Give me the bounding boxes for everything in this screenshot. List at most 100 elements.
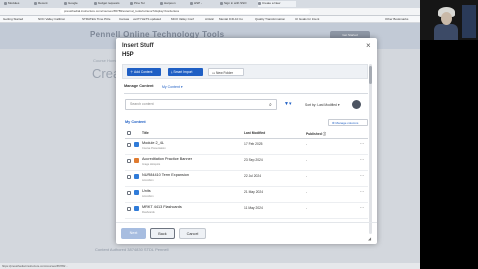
back-button[interactable]: Back [150, 228, 175, 239]
more-options-icon[interactable]: ⋯ [360, 205, 364, 210]
row-checkbox[interactable] [127, 191, 131, 195]
person-body [434, 24, 458, 40]
browser-tab[interactable]: Google [64, 1, 92, 7]
more-options-icon[interactable]: ⋯ [360, 189, 364, 194]
row-published: - [306, 190, 308, 194]
row-checkbox[interactable] [127, 159, 131, 163]
table-row[interactable]: NUR84410 Term Expansion Accordion 22 Jul… [125, 171, 368, 187]
browser-tab[interactable]: Sign in with SSO [220, 1, 256, 7]
row-title: Units [142, 189, 151, 193]
row-title: Accreditation Practice Banner [142, 157, 193, 161]
manage-columns-button[interactable]: ⚙ Manage columns [328, 119, 368, 126]
column-header-last-modified[interactable]: Last Modified [244, 131, 265, 135]
table-row[interactable]: Accreditation Practice Banner Image Hots… [125, 155, 368, 171]
bookmark[interactable]: MCO Valley Conf [171, 17, 194, 21]
bookmark[interactable]: Quality Transformation [255, 17, 285, 21]
bookmarks-bar: Getting Started NOC Valley Calibrat STRA… [0, 16, 420, 23]
browser-tab[interactable]: Modules [4, 1, 32, 7]
address-input[interactable]: pressthedial.instructure.com/courses/657… [60, 9, 310, 14]
table-row[interactable]: Units Accordion 21 May 2024 - ⋯ [125, 187, 368, 203]
avatar[interactable] [352, 100, 361, 109]
status-bar: https://pressthedial.instructure.com/cou… [0, 263, 420, 269]
row-date: 17 Feb 2025 [244, 142, 263, 146]
bookmark[interactable]: NOC Valley Calibrat [38, 17, 65, 21]
row-published: - [306, 174, 308, 178]
close-icon[interactable]: × [366, 41, 371, 50]
content-type-icon [134, 174, 139, 179]
person-face [441, 12, 452, 25]
row-type: Accordion [142, 179, 154, 182]
sort-dropdown[interactable]: Sort by: Last Modified ▾ [305, 103, 339, 107]
content-type-icon [134, 190, 139, 195]
row-type: Flashcards [142, 211, 155, 214]
new-folder-button[interactable]: ▭ New Folder [208, 68, 244, 76]
row-date: 22 Jul 2024 [244, 174, 262, 178]
smart-import-button[interactable]: ⤓ Smart Import [168, 68, 203, 76]
row-date: 21 May 2024 [244, 190, 264, 194]
content-type-icon [134, 158, 139, 163]
content-type-icon [134, 142, 139, 147]
row-title: Module 2_4L [142, 141, 164, 145]
resize-handle-icon[interactable]: ◢ [368, 236, 371, 241]
search-input[interactable]: Search content [125, 99, 277, 110]
bookmark[interactable]: Other Bookmarks [385, 17, 408, 21]
search-icon[interactable]: ⌕ [269, 102, 272, 108]
column-header-published[interactable]: Published ⓘ [306, 131, 326, 136]
dialog-subtitle: H5P [122, 52, 134, 58]
row-type: Image Hotspots [142, 163, 161, 166]
filter-icon[interactable]: ▼▾ [284, 101, 291, 107]
bookmark[interactable]: verITYLETS updated [133, 17, 161, 21]
tab-favicon-icon [130, 1, 133, 5]
row-checkbox[interactable] [127, 175, 131, 179]
column-header-title[interactable]: Title [142, 131, 149, 135]
bookmark[interactable]: Artistic [205, 17, 214, 21]
row-title: MRKT 4413 Flashcards [142, 205, 182, 209]
browser-tab-bar: Modules Recent Google budget requests Pi… [0, 0, 420, 8]
tab-favicon-icon [160, 1, 163, 5]
bookmark[interactable]: UI Goals for Intent [295, 17, 319, 21]
browser-tab[interactable]: HSP - [190, 1, 218, 7]
scrollbar-thumb[interactable] [369, 66, 372, 84]
next-button[interactable]: Next [121, 228, 146, 239]
bookmark[interactable]: Canvas [119, 17, 129, 21]
row-checkbox[interactable] [127, 143, 131, 147]
browser-tab[interactable]: Harpoon [160, 1, 188, 7]
scrollbar-track[interactable] [369, 64, 372, 234]
divider [124, 93, 368, 94]
add-content-button[interactable]: ＋ Add Content [127, 68, 161, 76]
browser-tab[interactable]: budget requests [94, 1, 128, 7]
select-all-checkbox[interactable] [127, 131, 131, 135]
my-content-heading: My Content [125, 120, 146, 124]
table-row[interactable]: Module 2_4L Course Presentation 17 Feb 2… [125, 139, 368, 155]
table-header: Title Last Modified Published ⓘ [125, 129, 368, 139]
bookmark[interactable]: Getting Started [3, 17, 23, 21]
screen-share: Modules Recent Google budget requests Pi… [0, 0, 420, 269]
breadcrumb[interactable]: Course Home [93, 58, 118, 63]
tab-favicon-icon [190, 1, 193, 5]
browser-tab-active[interactable]: Create a New [258, 1, 296, 7]
more-options-icon[interactable]: ⋯ [360, 157, 364, 162]
cancel-button[interactable]: Cancel [179, 228, 206, 239]
bookmark[interactable]: Mental ICD-10 Co [219, 17, 243, 21]
chevron-down-icon: ▾ [337, 103, 340, 107]
info-icon: ⓘ [322, 132, 326, 136]
tab-favicon-icon [4, 1, 7, 5]
my-content-dropdown[interactable]: My Content ▾ [162, 85, 183, 89]
row-published: - [306, 206, 308, 210]
tab-favicon-icon [220, 1, 223, 5]
webcam-background [462, 5, 476, 38]
table-row[interactable]: MRKT 4413 Flashcards Flashcards 11 May 2… [125, 203, 368, 219]
row-type: Course Presentation [142, 147, 166, 150]
bookmark[interactable]: STRATEG Time P.Re [82, 17, 110, 21]
more-options-icon[interactable]: ⋯ [360, 141, 364, 146]
row-published: - [306, 158, 308, 162]
browser-tab[interactable]: Recent [34, 1, 62, 7]
browser-tab[interactable]: Pine Ter [130, 1, 158, 7]
row-type: Accordion [142, 195, 154, 198]
tab-favicon-icon [34, 1, 37, 5]
content-toolbar: ＋ Add Content ⤓ Smart Import ▭ New Folde… [122, 64, 368, 79]
row-checkbox[interactable] [127, 207, 131, 211]
dialog-footer: Next Back Cancel [116, 222, 377, 245]
more-options-icon[interactable]: ⋯ [360, 173, 364, 178]
footer-text: Content Authored 3874830 STDL Pennell [95, 247, 169, 252]
